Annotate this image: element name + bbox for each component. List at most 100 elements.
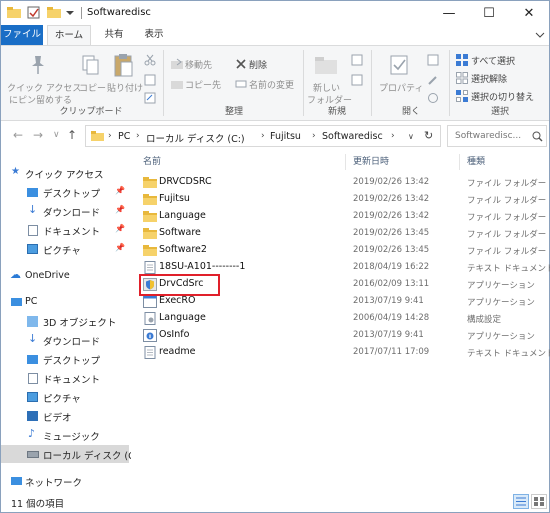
file-name: DRVCDSRC (159, 176, 212, 187)
paste-icon[interactable] (113, 52, 135, 78)
column-header-name[interactable]: 名前 (143, 152, 161, 172)
paste-shortcut-icon[interactable] (144, 92, 156, 104)
delete-icon[interactable] (235, 58, 247, 70)
easy-access-icon[interactable] (351, 74, 363, 86)
column-header-date[interactable]: 更新日時 (353, 152, 389, 172)
table-row[interactable]: Language 2019/02/26 13:42 ファイル フォルダー (131, 208, 549, 225)
forward-icon[interactable]: → (33, 128, 43, 142)
table-row[interactable]: Fujitsu 2019/02/26 13:42 ファイル フォルダー (131, 191, 549, 208)
folder-icon (7, 7, 21, 18)
refresh-icon[interactable]: ↻ (424, 129, 433, 142)
title-bar: Softwaredisc — ☐ ✕ (1, 1, 549, 25)
file-type: アプリケーション (467, 298, 535, 308)
breadcrumb-fujitsu[interactable]: Fujitsu (270, 131, 301, 142)
copy-path-icon[interactable] (144, 74, 156, 86)
tab-file[interactable]: ファイル (1, 25, 43, 45)
info-app-icon (143, 329, 157, 342)
select-none-icon[interactable] (456, 72, 468, 84)
rename-icon[interactable] (235, 78, 247, 90)
large-icons-view-icon (534, 497, 544, 506)
invert-selection-icon[interactable] (456, 90, 468, 102)
table-row[interactable]: readme 2017/07/11 17:09 テキスト ドキュメント (131, 344, 550, 361)
search-input[interactable]: Softwaredisc... (447, 125, 547, 147)
breadcrumb-local-disk[interactable]: ローカル ディスク (C:) (146, 131, 245, 145)
table-row[interactable]: Software 2019/02/26 13:45 ファイル フォルダー (131, 225, 549, 242)
history-icon[interactable] (427, 92, 439, 104)
paste-button[interactable]: 貼り付け (107, 81, 143, 94)
nav-pc-pictures[interactable]: ピクチャ (1, 388, 129, 406)
table-row[interactable]: Software2 2019/02/26 13:45 ファイル フォルダー (131, 242, 549, 259)
file-type: 構成設定 (467, 315, 502, 325)
address-bar[interactable]: › PC › ローカル ディスク (C:) › Fujitsu › Softwa… (85, 125, 441, 147)
pictures-icon (27, 244, 38, 254)
nav-quick-downloads[interactable]: ↓ ダウンロード 📌 (1, 202, 129, 220)
copy-to-icon[interactable] (171, 78, 183, 90)
select-all-button[interactable]: すべて選択 (471, 54, 515, 67)
open-icon[interactable] (427, 54, 439, 66)
address-bar-row: ← → ∨ ↑ › PC › ローカル ディスク (C:) › Fujitsu … (1, 122, 549, 150)
delete-button[interactable]: 削除 (249, 58, 267, 71)
nav-quick-pictures[interactable]: ピクチャ 📌 (1, 240, 129, 258)
table-row[interactable]: OsInfo 2013/07/19 9:41 アプリケーション (131, 327, 549, 344)
move-to-icon[interactable] (171, 58, 183, 70)
address-dropdown-icon[interactable]: ∨ (408, 132, 414, 141)
pin-icon[interactable] (27, 54, 49, 76)
large-icons-view-button[interactable] (531, 494, 547, 509)
back-icon[interactable]: ← (13, 128, 23, 142)
copy-icon[interactable] (81, 54, 101, 76)
edit-icon[interactable] (427, 74, 439, 86)
column-header-type[interactable]: 種類 (467, 152, 485, 172)
customize-quick-access-icon[interactable] (65, 6, 75, 19)
select-all-icon[interactable] (456, 54, 468, 66)
table-row[interactable]: Language 2006/04/19 14:28 構成設定 (131, 310, 549, 327)
nav-pc[interactable]: PC (1, 293, 129, 311)
up-icon[interactable]: ↑ (67, 128, 77, 142)
document-icon (28, 225, 38, 236)
video-icon (27, 411, 38, 421)
nav-pc-documents[interactable]: ドキュメント (1, 369, 129, 387)
highlight-box (139, 274, 220, 296)
nav-pc-videos[interactable]: ビデオ (1, 407, 129, 425)
copy-button[interactable]: コピー (79, 81, 106, 94)
table-row[interactable]: DRVCDSRC 2019/02/26 13:42 ファイル フォルダー (131, 174, 549, 191)
move-to-button[interactable]: 移動先 (185, 58, 212, 71)
cut-icon[interactable] (144, 54, 156, 66)
nav-pc-3d-objects[interactable]: 3D オブジェクト (1, 312, 129, 330)
file-name: ExecRO (159, 295, 196, 306)
file-type: ファイル フォルダー (467, 230, 547, 240)
recent-locations-icon[interactable]: ∨ (53, 130, 60, 140)
pin-icon: 📌 (115, 224, 125, 233)
breadcrumb-pc[interactable]: PC (118, 131, 130, 142)
ribbon-expand-icon[interactable] (535, 30, 545, 40)
invert-selection-button[interactable]: 選択の切り替え (471, 90, 534, 103)
minimize-button[interactable]: — (429, 1, 469, 25)
nav-pc-music[interactable]: ♪ ミュージック (1, 426, 129, 444)
new-folder-quick-icon[interactable] (47, 6, 61, 19)
close-button[interactable]: ✕ (509, 1, 549, 25)
details-view-button[interactable] (513, 494, 529, 509)
nav-onedrive[interactable]: ☁ OneDrive (1, 267, 129, 285)
file-type: ファイル フォルダー (467, 247, 547, 257)
nav-quick-access[interactable]: ★ クイック アクセス (1, 164, 129, 182)
properties-quick-icon[interactable] (27, 6, 41, 19)
nav-pc-downloads[interactable]: ↓ ダウンロード (1, 331, 129, 349)
properties-icon[interactable] (389, 54, 411, 76)
nav-quick-documents[interactable]: ドキュメント 📌 (1, 221, 129, 239)
nav-pc-desktop[interactable]: デスクトップ (1, 350, 129, 368)
new-folder-icon[interactable] (314, 54, 340, 76)
tab-home[interactable]: ホーム (47, 25, 91, 45)
tab-share[interactable]: 共有 (95, 25, 133, 45)
rename-button[interactable]: 名前の変更 (249, 78, 294, 91)
nav-pc-local-disk[interactable]: ローカル ディスク (C:) (1, 445, 142, 463)
document-icon (28, 373, 38, 384)
breadcrumb-softwaredisc[interactable]: Softwaredisc (322, 131, 383, 142)
explorer-window: Softwaredisc — ☐ ✕ ファイル ホーム 共有 表示 クイック ア… (0, 0, 550, 513)
tab-view[interactable]: 表示 (135, 25, 173, 45)
properties-button[interactable]: プロパティ (379, 81, 423, 94)
new-item-icon[interactable] (351, 54, 363, 66)
maximize-button[interactable]: ☐ (469, 1, 509, 25)
select-none-button[interactable]: 選択解除 (471, 72, 507, 85)
nav-network[interactable]: ネットワーク (1, 472, 129, 490)
nav-quick-desktop[interactable]: デスクトップ 📌 (1, 183, 129, 201)
copy-to-button[interactable]: コピー先 (185, 78, 221, 91)
